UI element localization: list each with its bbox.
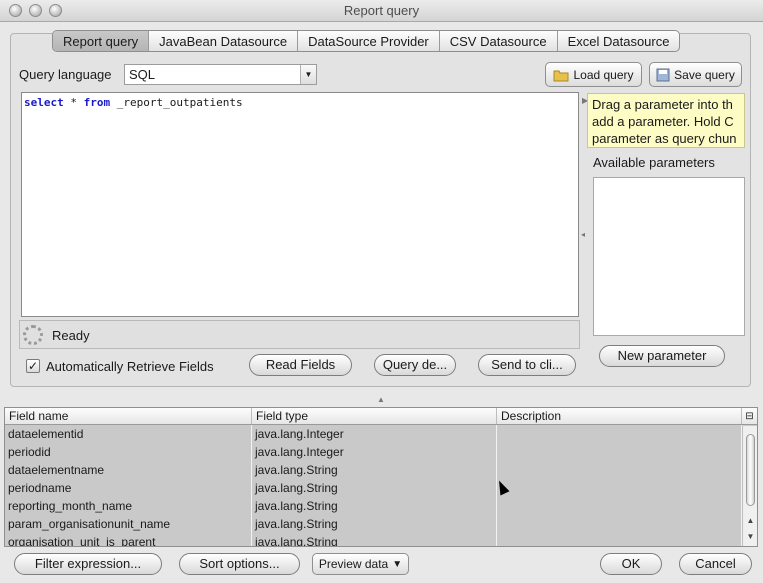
chevron-down-icon: ▼ <box>392 558 403 570</box>
description-cell[interactable] <box>497 497 742 515</box>
field-type-cell[interactable]: java.lang.String <box>252 533 497 546</box>
field-name-cell[interactable]: periodid <box>5 443 252 461</box>
sql-table-name: _report_outpatients <box>110 96 243 109</box>
table-row[interactable]: dataelementid java.lang.Integer <box>5 425 757 443</box>
tooltip-line-2: add a parameter. Hold C <box>592 114 734 129</box>
field-type-cell[interactable]: java.lang.Integer <box>252 443 497 461</box>
status-bar: Ready <box>19 320 580 349</box>
chevron-down-icon: ▼ <box>300 65 316 84</box>
send-to-clipboard-button[interactable]: Send to cli... <box>478 354 576 376</box>
table-row[interactable]: dataelementname java.lang.String <box>5 461 757 479</box>
tooltip-line-3: parameter as query chun <box>592 131 737 146</box>
description-cell[interactable] <box>497 479 742 497</box>
cancel-button[interactable]: Cancel <box>679 553 752 575</box>
column-header-field-type[interactable]: Field type <box>252 408 497 424</box>
field-name-cell[interactable]: dataelementname <box>5 461 252 479</box>
field-name-cell[interactable]: dataelementid <box>5 425 252 443</box>
ok-button[interactable]: OK <box>600 553 662 575</box>
read-fields-button[interactable]: Read Fields <box>249 354 352 376</box>
table-row[interactable]: param_organisationunit_name java.lang.Str… <box>5 515 757 533</box>
sql-editor[interactable]: select * from _report_outpatients <box>21 92 579 317</box>
table-row[interactable]: organisation_unit_is_parent java.lang.Str… <box>5 533 757 546</box>
column-header-field-name[interactable]: Field name <box>5 408 252 424</box>
fields-table: Field name Field type Description ⊟ data… <box>4 407 758 547</box>
datasource-tabs: Report query JavaBean Datasource DataSou… <box>52 30 681 52</box>
query-language-value: SQL <box>129 67 156 82</box>
column-chooser-icon[interactable]: ⊟ <box>742 408 757 424</box>
sql-star: * <box>63 96 84 109</box>
table-body: dataelementid java.lang.Integer periodid ja… <box>5 425 757 546</box>
available-parameters-list[interactable] <box>593 177 745 336</box>
split-divider-handle[interactable]: ◂ <box>581 230 585 239</box>
folder-icon <box>553 70 569 81</box>
tab-javabean-datasource[interactable]: JavaBean Datasource <box>149 31 299 51</box>
title-bar: Report query <box>0 0 763 22</box>
field-type-cell[interactable]: java.lang.Integer <box>252 425 497 443</box>
query-language-label: Query language <box>19 67 112 82</box>
auto-retrieve-label: Automatically Retrieve Fields <box>46 359 214 374</box>
description-cell[interactable] <box>497 425 742 443</box>
window-body: Report query JavaBean Datasource DataSou… <box>0 22 763 583</box>
new-parameter-button[interactable]: New parameter <box>599 345 725 367</box>
preview-data-dropdown[interactable]: Preview data ▼ <box>312 553 409 575</box>
description-cell[interactable] <box>497 443 742 461</box>
scrollbar-thumb[interactable] <box>746 434 755 506</box>
status-text: Ready <box>52 328 90 343</box>
auto-retrieve-checkbox[interactable]: ✓ <box>26 359 40 373</box>
description-cell[interactable] <box>497 533 742 546</box>
tab-report-query[interactable]: Report query <box>53 31 150 51</box>
table-vertical-scrollbar[interactable]: ▲ ▼ <box>742 426 757 546</box>
filter-expression-button[interactable]: Filter expression... <box>14 553 162 575</box>
save-query-label: Save query <box>674 67 735 82</box>
available-parameters-label: Available parameters <box>593 155 715 170</box>
tab-excel-datasource[interactable]: Excel Datasource <box>558 31 680 51</box>
field-name-cell[interactable]: param_organisationunit_name <box>5 515 252 533</box>
description-cell[interactable] <box>497 515 742 533</box>
query-language-select[interactable]: SQL ▼ <box>124 64 317 85</box>
table-row[interactable]: periodname java.lang.String <box>5 479 757 497</box>
preview-data-label: Preview data <box>318 557 389 571</box>
field-name-cell[interactable]: organisation_unit_is_parent <box>5 533 252 546</box>
field-type-cell[interactable]: java.lang.String <box>252 479 497 497</box>
tooltip-line-1: Drag a parameter into th <box>592 97 733 112</box>
spinner-icon <box>23 325 43 345</box>
field-type-cell[interactable]: java.lang.String <box>252 497 497 515</box>
table-header: Field name Field type Description ⊟ <box>5 408 757 425</box>
column-header-description[interactable]: Description <box>497 408 742 424</box>
save-query-button[interactable]: Save query <box>649 62 742 87</box>
table-row[interactable]: reporting_month_name java.lang.String <box>5 497 757 515</box>
scroll-down-icon[interactable]: ▼ <box>743 532 757 541</box>
scroll-up-icon[interactable]: ▲ <box>743 516 757 525</box>
load-query-label: Load query <box>573 67 634 82</box>
field-name-cell[interactable]: reporting_month_name <box>5 497 252 515</box>
split-handle-up-icon[interactable]: ▲ <box>377 395 385 404</box>
parameter-hint-tooltip: Drag a parameter into th add a parameter… <box>587 93 745 148</box>
sql-keyword-from: from <box>83 96 111 109</box>
description-cell[interactable] <box>497 461 742 479</box>
field-name-cell[interactable]: periodname <box>5 479 252 497</box>
sort-options-button[interactable]: Sort options... <box>179 553 300 575</box>
field-type-cell[interactable]: java.lang.String <box>252 461 497 479</box>
query-designer-button[interactable]: Query de... <box>374 354 456 376</box>
tab-csv-datasource[interactable]: CSV Datasource <box>440 31 558 51</box>
sql-keyword-select: select <box>24 96 64 109</box>
window-title: Report query <box>343 3 420 18</box>
tab-datasource-provider[interactable]: DataSource Provider <box>298 31 440 51</box>
load-query-button[interactable]: Load query <box>545 62 642 87</box>
table-row[interactable]: periodid java.lang.Integer <box>5 443 757 461</box>
save-disk-icon <box>656 68 670 81</box>
field-type-cell[interactable]: java.lang.String <box>252 515 497 533</box>
